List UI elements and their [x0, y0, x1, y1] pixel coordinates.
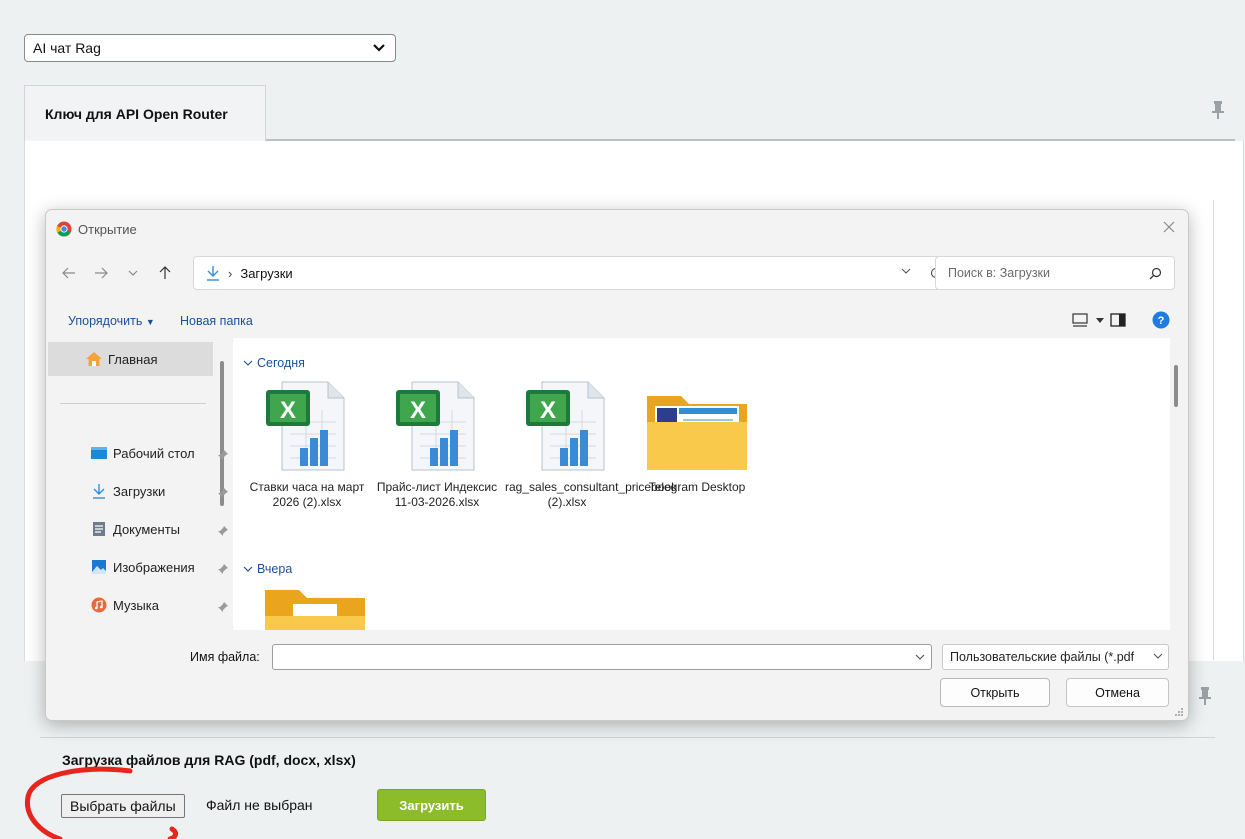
forward-arrow-icon[interactable] [90, 262, 112, 284]
excel-file-icon: X [375, 374, 499, 474]
pin-icon[interactable] [218, 562, 228, 577]
sidebar-item-label: Документы [113, 521, 181, 537]
folder-name: Telegram Desktop [648, 480, 746, 494]
organize-menu[interactable]: Упорядочить ▼ [68, 314, 155, 328]
chevron-right-icon: › [228, 265, 233, 281]
red-annotation-circle [24, 766, 179, 839]
pin-icon[interactable] [1198, 686, 1212, 706]
filename-label: Имя файла: [190, 650, 260, 664]
sidebar-item-label: Изображения [113, 559, 195, 575]
section-divider [40, 737, 1215, 738]
chevron-down-icon [243, 360, 253, 366]
pictures-icon [92, 560, 106, 574]
group-header-yesterday[interactable]: Вчера [243, 562, 292, 576]
tab-api-key[interactable]: Ключ для API Open Router [24, 85, 266, 141]
close-icon[interactable] [1162, 220, 1176, 234]
file-open-dialog: Открытие › Загрузки Поиск в: Загрузки Уп… [45, 209, 1189, 721]
chrome-icon [56, 221, 72, 237]
chevron-down-icon [373, 44, 385, 52]
file-item[interactable]: X Ставки часа на март 2026 (2).xlsx [245, 374, 369, 510]
download-icon [93, 484, 105, 499]
navigation-sidebar: Главная Рабочий стол Загрузки Документы … [48, 338, 232, 628]
sidebar-item-pictures[interactable]: Изображения [48, 550, 232, 584]
pin-icon[interactable] [1211, 100, 1225, 120]
pin-icon[interactable] [218, 448, 228, 463]
folder-icon [635, 374, 759, 474]
file-list-scrollbar[interactable] [1174, 365, 1178, 407]
chevron-down-icon [1153, 653, 1163, 659]
command-bar: Упорядочить ▼ Новая папка ? [46, 308, 1188, 336]
group-header-today[interactable]: Сегодня [243, 356, 305, 370]
up-arrow-icon[interactable] [154, 262, 176, 284]
file-name: rag_sales_consultant_pricebook (2).xlsx [505, 480, 678, 509]
view-mode-icon[interactable] [1072, 313, 1088, 327]
document-icon [93, 522, 105, 536]
sidebar-item-label: Рабочий стол [113, 445, 195, 461]
sidebar-item-desktop[interactable]: Рабочий стол [48, 436, 232, 470]
sidebar-item-home[interactable]: Главная [48, 342, 213, 376]
search-input[interactable]: Поиск в: Загрузки [935, 256, 1175, 290]
search-icon[interactable] [1149, 267, 1162, 280]
caret-down-icon[interactable] [1096, 318, 1104, 323]
sidebar-item-documents[interactable]: Документы [48, 512, 232, 546]
chevron-down-icon[interactable] [901, 268, 911, 274]
caret-down-icon: ▼ [145, 317, 155, 327]
search-placeholder: Поиск в: Загрузки [948, 266, 1051, 280]
sidebar-item-downloads[interactable]: Загрузки [48, 474, 232, 508]
back-arrow-icon[interactable] [58, 262, 80, 284]
file-list: Сегодня X Ставки часа на март 2026 (2).x… [233, 338, 1170, 630]
download-icon [207, 266, 219, 281]
file-type-value: Пользовательские файлы (*.pdf [950, 650, 1135, 664]
new-folder-button[interactable]: Новая папка [180, 314, 253, 328]
preview-pane-icon[interactable] [1110, 313, 1126, 327]
chevron-down-icon [243, 566, 253, 572]
desktop-icon [91, 447, 107, 459]
address-bar[interactable]: › Загрузки [193, 256, 956, 290]
group-header-label: Сегодня [257, 356, 305, 370]
file-type-select[interactable]: Пользовательские файлы (*.pdf [942, 644, 1169, 670]
tab-api-key-label: Ключ для API Open Router [45, 105, 228, 122]
svg-text:X: X [280, 397, 296, 424]
filename-input[interactable] [272, 644, 932, 670]
open-button[interactable]: Открыть [940, 678, 1050, 707]
recent-dropdown-icon[interactable] [122, 262, 144, 284]
svg-text:X: X [410, 397, 426, 424]
sidebar-item-music[interactable]: Музыка [48, 588, 232, 622]
organize-label: Упорядочить [68, 314, 143, 328]
mode-select[interactable]: AI чат Rag [24, 34, 396, 62]
file-name: Ставки часа на март 2026 (2).xlsx [249, 480, 365, 509]
panel-divider [1213, 200, 1214, 660]
pin-icon[interactable] [218, 486, 228, 501]
filename-row: Имя файла: Пользовательские файлы (*.pdf [46, 642, 1188, 672]
upload-button[interactable]: Загрузить [377, 789, 486, 821]
cancel-button[interactable]: Отмена [1066, 678, 1169, 707]
folder-item[interactable]: Telegram Desktop [635, 374, 759, 495]
file-name: Прайс-лист Индексис 11-03-2026.xlsx [376, 480, 498, 509]
dialog-titlebar: Открытие [46, 210, 1188, 248]
help-icon[interactable]: ? [1152, 311, 1170, 329]
sidebar-item-label: Музыка [113, 597, 159, 613]
pin-icon[interactable] [218, 600, 228, 615]
file-item[interactable]: X rag_sales_consultant_pricebook (2).xls… [505, 374, 678, 510]
svg-text:?: ? [1158, 315, 1165, 327]
svg-text:X: X [540, 397, 556, 424]
pin-icon[interactable] [218, 524, 228, 539]
dialog-button-row: Открыть Отмена [46, 678, 1188, 708]
home-icon [86, 352, 102, 366]
address-crumb[interactable]: Загрузки [240, 266, 292, 281]
sidebar-divider [60, 403, 206, 404]
sidebar-item-label: Загрузки [113, 483, 166, 499]
music-icon [91, 597, 107, 613]
dialog-title: Открытие [78, 221, 137, 237]
file-item[interactable]: X Прайс-лист Индексис 11-03-2026.xlsx [375, 374, 499, 510]
mode-select-value: AI чат Rag [33, 40, 101, 56]
excel-file-icon: X [505, 374, 629, 474]
folder-icon[interactable] [263, 582, 367, 630]
chevron-down-icon[interactable] [915, 654, 925, 660]
excel-file-icon: X [245, 374, 369, 474]
group-header-label: Вчера [257, 562, 293, 576]
sidebar-item-label: Главная [108, 351, 158, 367]
resize-grip-icon[interactable] [1174, 707, 1184, 717]
navigation-row: › Загрузки Поиск в: Загрузки [46, 256, 1188, 290]
